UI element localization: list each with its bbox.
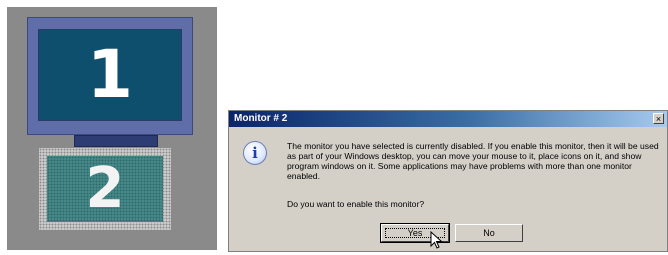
mouse-pointer-icon [430, 231, 443, 249]
information-icon: i [243, 141, 267, 165]
dialog-title: Monitor # 2 [234, 113, 288, 124]
monitor-2-number: 2 [85, 156, 125, 221]
dialog-message: The monitor you have selected is current… [287, 141, 659, 181]
information-icon-glyph: i [252, 143, 258, 162]
monitor-2-stand [87, 233, 161, 241]
close-icon[interactable]: × [653, 113, 664, 124]
monitor-1[interactable]: 1 [27, 17, 193, 147]
monitor-1-screen: 1 [38, 29, 182, 121]
monitor-2-screen: 2 [47, 156, 163, 222]
yes-button-label: Yes [407, 228, 423, 238]
monitor-1-base [74, 135, 158, 147]
monitor-arrangement-panel: 1 2 [7, 7, 217, 250]
dialog-titlebar[interactable]: Monitor # 2 × [229, 111, 667, 127]
no-button[interactable]: No [455, 224, 523, 242]
monitor-2[interactable]: 2 [39, 148, 171, 230]
enable-monitor-dialog: Monitor # 2 × i The monitor you have sel… [228, 110, 668, 252]
dialog-question: Do you want to enable this monitor? [287, 199, 425, 209]
no-button-label: No [483, 228, 495, 238]
monitor-1-number: 1 [87, 36, 133, 113]
